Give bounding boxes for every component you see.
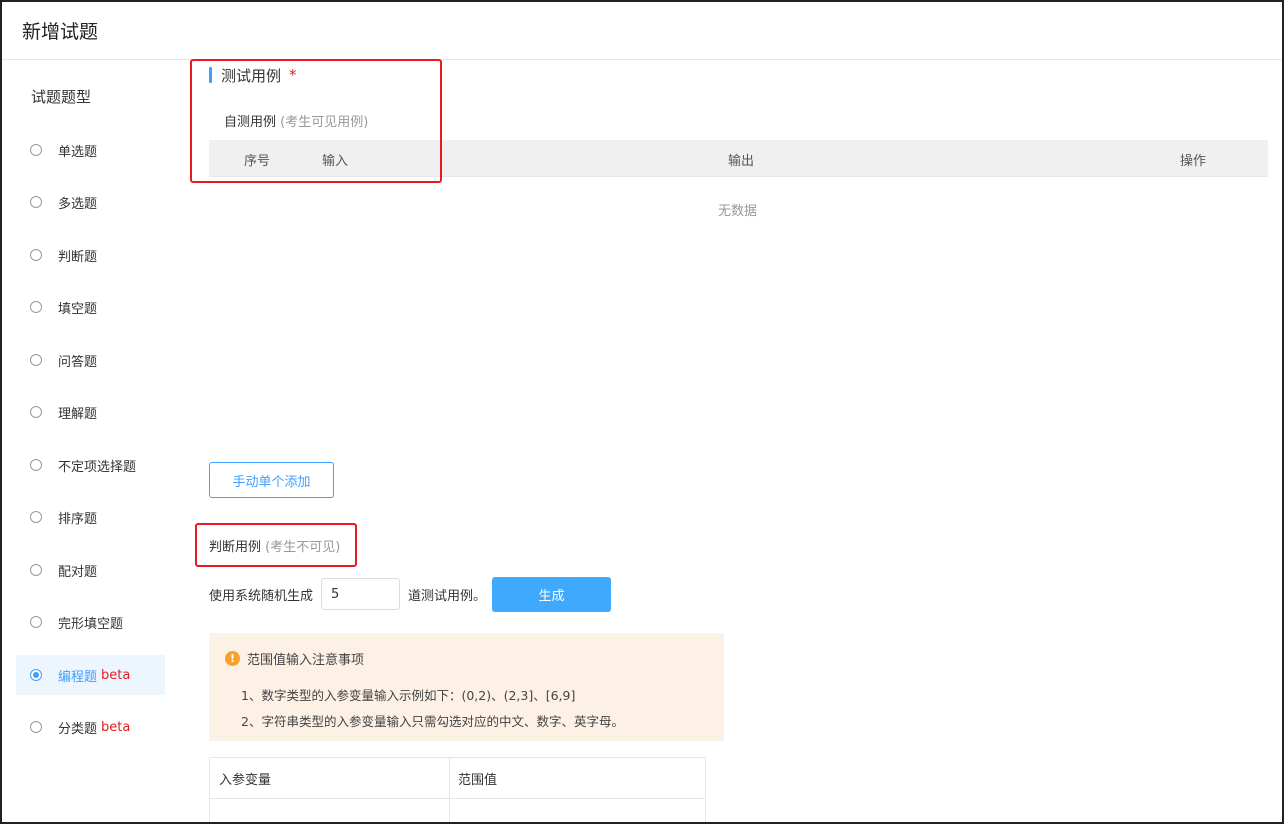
sidebar-item-label: 编程题 <box>58 669 98 685</box>
sidebar-item-label: 单选题 <box>58 144 98 160</box>
case-count-input[interactable] <box>321 578 401 610</box>
radio-icon[interactable] <box>30 301 42 313</box>
sidebar-item-label: 多选题 <box>58 196 98 212</box>
sidebar-item-ordering[interactable]: 排序题 <box>16 497 165 537</box>
radio-icon[interactable] <box>30 249 42 261</box>
judge-cases-hint: (考生不可见) <box>265 540 341 555</box>
input-variable-table: 入参变量 范围值 <box>209 757 706 822</box>
column-header-range: 范围值 <box>458 773 498 788</box>
page-frame: 新增试题 试题题型 单选题 多选题 判断题 填空题 问答题 理解题 不定项选择题… <box>0 0 1284 824</box>
self-test-label: 自测用例 (考生可见用例) <box>224 111 368 130</box>
add-single-case-button[interactable]: 手动单个添加 <box>209 462 334 498</box>
generate-prefix: 使用系统随机生成 <box>209 588 314 604</box>
sidebar-item-programming[interactable]: 编程题 beta <box>16 655 165 695</box>
sidebar-item-label: 判断题 <box>58 249 98 265</box>
notice-line: 1、数字类型的入参变量输入示例如下：(0,2)、(2,3]、[6,9] <box>241 688 576 703</box>
column-header-output: 输出 <box>728 154 755 169</box>
sidebar-item-label: 完形填空题 <box>58 616 124 632</box>
notice-line: 2、字符串类型的入参变量输入只需勾选对应的中文、数字、英字母。 <box>241 714 624 729</box>
sidebar-item-single-choice[interactable]: 单选题 <box>16 130 165 170</box>
radio-icon[interactable] <box>30 144 42 156</box>
judge-cases-label-text: 判断用例 <box>209 540 262 555</box>
beta-badge: beta <box>101 667 131 683</box>
radio-icon[interactable] <box>30 616 42 628</box>
test-cases-table-header: 序号 输入 输出 操作 <box>209 140 1268 177</box>
page-title: 新增试题 <box>22 21 99 43</box>
empty-table-text: 无数据 <box>718 204 758 219</box>
generate-button[interactable]: 生成 <box>492 576 612 612</box>
radio-icon[interactable] <box>30 721 42 733</box>
page-header: 新增试题 <box>2 2 1282 60</box>
radio-icon[interactable] <box>30 196 42 208</box>
sidebar-item-label: 理解题 <box>58 406 98 422</box>
test-cases-title: 测试用例 * <box>209 66 297 85</box>
sidebar-item-essay[interactable]: 问答题 <box>16 340 165 380</box>
warning-icon: ! <box>225 651 240 666</box>
radio-icon[interactable] <box>30 406 42 418</box>
test-cases-title-text: 测试用例 <box>221 66 282 85</box>
sidebar-item-matching[interactable]: 配对题 <box>16 550 165 590</box>
column-header-variable: 入参变量 <box>219 773 272 788</box>
radio-icon[interactable] <box>30 459 42 471</box>
radio-selected-icon[interactable] <box>30 669 42 681</box>
column-header-actions: 操作 <box>1180 154 1207 169</box>
sidebar-item-indefinite-choice[interactable]: 不定项选择题 <box>16 445 165 485</box>
judge-cases-label: 判断用例 (考生不可见) <box>209 536 340 555</box>
sidebar-item-cloze[interactable]: 完形填空题 <box>16 602 165 642</box>
beta-badge: beta <box>101 719 131 735</box>
sidebar-item-label: 填空题 <box>58 301 98 317</box>
sidebar-item-label: 排序题 <box>58 511 98 527</box>
generate-row: 使用系统随机生成 道测试用例。 生成 <box>209 576 612 612</box>
column-header-index: 序号 <box>244 154 271 169</box>
sidebar-item-label: 问答题 <box>58 354 98 370</box>
self-test-hint: (考生可见用例) <box>280 115 369 130</box>
radio-icon[interactable] <box>30 511 42 523</box>
column-divider <box>449 758 450 822</box>
notice-header: ! 范围值输入注意事项 <box>225 649 364 668</box>
sidebar-item-label: 配对题 <box>58 564 98 580</box>
question-type-sidebar: 试题题型 单选题 多选题 判断题 填空题 问答题 理解题 不定项选择题 排序题 … <box>2 60 166 822</box>
sidebar-item-multi-choice[interactable]: 多选题 <box>16 182 165 222</box>
sidebar-item-comprehension[interactable]: 理解题 <box>16 392 165 432</box>
column-header-input: 输入 <box>322 154 349 169</box>
sidebar-title: 试题题型 <box>31 88 92 106</box>
row-divider <box>210 798 705 799</box>
sidebar-item-true-false[interactable]: 判断题 <box>16 235 165 275</box>
range-notice: ! 范围值输入注意事项 1、数字类型的入参变量输入示例如下：(0,2)、(2,3… <box>209 633 724 741</box>
sidebar-item-label: 分类题 <box>58 721 98 737</box>
notice-title: 范围值输入注意事项 <box>247 653 365 668</box>
title-accent-bar <box>209 67 212 83</box>
generate-suffix: 道测试用例。 <box>408 588 487 604</box>
sidebar-item-classification[interactable]: 分类题 beta <box>16 707 165 747</box>
radio-icon[interactable] <box>30 354 42 366</box>
sidebar-item-fill-blank[interactable]: 填空题 <box>16 287 165 327</box>
radio-icon[interactable] <box>30 564 42 576</box>
required-mark: * <box>289 66 297 84</box>
self-test-label-text: 自测用例 <box>224 115 277 130</box>
sidebar-item-label: 不定项选择题 <box>58 459 137 475</box>
